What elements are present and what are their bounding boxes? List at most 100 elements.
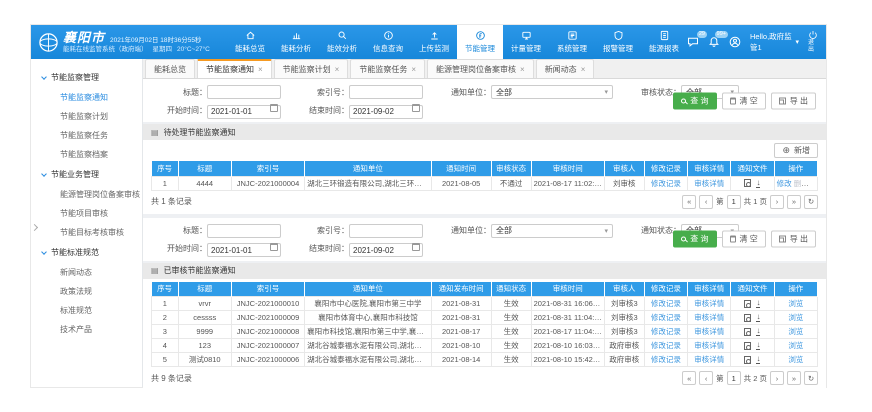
close-icon[interactable]: × <box>335 65 340 74</box>
audit-detail-link[interactable]: 审核详情 <box>694 313 724 322</box>
view-link[interactable]: 浏览 <box>788 327 803 336</box>
file-icon[interactable] <box>744 179 751 187</box>
delete-link[interactable]: 删除 <box>794 179 809 188</box>
sidebar-group-business[interactable]: 节能业务管理 <box>31 164 142 185</box>
sidebar-item-inspection-task[interactable]: 节能监察任务 <box>31 126 142 145</box>
audit-detail-link[interactable]: 审核详情 <box>694 341 724 350</box>
start-date-input[interactable] <box>207 105 281 119</box>
sidebar-group-supervision[interactable]: 节能监察管理 <box>31 67 142 88</box>
end-date-input[interactable] <box>349 105 423 119</box>
nav-item-system-mgmt[interactable]: 系统管理 <box>549 25 595 59</box>
download-icon[interactable]: ↓ <box>756 313 760 322</box>
next-page-button[interactable]: › <box>770 371 784 385</box>
file-icon[interactable] <box>744 356 751 364</box>
nav-item-upload-monitor[interactable]: 上传监测 <box>411 25 457 59</box>
download-icon[interactable]: ↓ <box>756 327 760 336</box>
messages-button[interactable]: 29 <box>687 36 699 48</box>
nav-item-efficiency-analysis[interactable]: 能效分析 <box>319 25 365 59</box>
last-page-button[interactable]: » <box>787 371 801 385</box>
page-number-box[interactable]: 1 <box>727 371 741 385</box>
view-link[interactable]: 浏览 <box>788 355 803 364</box>
edit-record-link[interactable]: 修改记录 <box>651 341 681 350</box>
first-page-button[interactable]: « <box>682 371 696 385</box>
file-icon[interactable] <box>744 328 751 336</box>
export-button[interactable]: 导 出 <box>771 231 816 248</box>
index-input[interactable] <box>349 85 423 99</box>
edit-link[interactable]: 修改 <box>777 179 792 188</box>
sidebar-group-standards[interactable]: 节能标准规范 <box>31 242 142 263</box>
file-icon[interactable] <box>744 314 751 322</box>
title-input[interactable] <box>207 224 281 238</box>
sidebar-item-post-record-audit[interactable]: 能源管理岗位备案审核 <box>31 185 142 204</box>
view-link[interactable]: 浏览 <box>788 341 803 350</box>
search-button[interactable]: 查 询 <box>673 231 716 248</box>
audit-detail-link[interactable]: 审核详情 <box>694 299 724 308</box>
download-icon[interactable]: ↓ <box>756 179 760 188</box>
tab-inspection-notice[interactable]: 节能监察通知× <box>197 59 272 78</box>
sidebar-item-target-assessment-audit[interactable]: 节能目标考核审核 <box>31 223 142 242</box>
edit-record-link[interactable]: 修改记录 <box>651 355 681 364</box>
view-link[interactable]: 浏览 <box>788 313 803 322</box>
file-icon[interactable] <box>744 342 751 350</box>
sidebar-item-project-audit[interactable]: 节能项目审核 <box>31 204 142 223</box>
sidebar-item-policies[interactable]: 政策法规 <box>31 282 142 301</box>
add-button[interactable]: ⊕新增 <box>774 143 818 158</box>
file-icon[interactable] <box>744 300 751 308</box>
sidebar-collapse-handle[interactable] <box>32 225 37 230</box>
nav-item-info-query[interactable]: 信息查询 <box>365 25 411 59</box>
download-icon[interactable]: ↓ <box>756 341 760 350</box>
first-page-button[interactable]: « <box>682 195 696 209</box>
audit-detail-link[interactable]: 审核详情 <box>694 179 724 188</box>
edit-record-link[interactable]: 修改记录 <box>651 299 681 308</box>
page-number-box[interactable]: 1 <box>727 195 741 209</box>
sidebar-item-inspection-plan[interactable]: 节能监察计划 <box>31 107 142 126</box>
start-date-input[interactable] <box>207 243 281 257</box>
title-input[interactable] <box>207 85 281 99</box>
prev-page-button[interactable]: ‹ <box>699 195 713 209</box>
download-icon[interactable]: ↓ <box>756 299 760 308</box>
nav-item-energy-saving-mgmt[interactable]: 节能管理 <box>457 25 503 59</box>
edit-record-link[interactable]: 修改记录 <box>651 327 681 336</box>
tab-news[interactable]: 新闻动态× <box>536 59 595 78</box>
search-button[interactable]: 查 询 <box>673 92 716 109</box>
sidebar-item-inspection-notice[interactable]: 节能监察通知 <box>31 88 142 107</box>
nav-item-energy-overview[interactable]: 能耗总览 <box>227 25 273 59</box>
close-icon[interactable]: × <box>411 65 416 74</box>
refresh-button[interactable]: ↻ <box>804 195 818 209</box>
audit-detail-link[interactable]: 审核详情 <box>694 327 724 336</box>
logout-button[interactable]: 退出 <box>808 30 818 53</box>
tab-inspection-task[interactable]: 节能监察任务× <box>350 59 425 78</box>
clear-button[interactable]: 清 空 <box>722 231 766 248</box>
nav-item-energy-report[interactable]: 能源报表 <box>641 25 687 59</box>
notifications-button[interactable]: 99+ <box>708 36 720 48</box>
sidebar-item-news[interactable]: 新闻动态 <box>31 263 142 282</box>
nav-item-metering-mgmt[interactable]: 计量管理 <box>503 25 549 59</box>
next-page-button[interactable]: › <box>770 195 784 209</box>
index-input[interactable] <box>349 224 423 238</box>
nav-item-energy-analysis[interactable]: 能耗分析 <box>273 25 319 59</box>
notify-unit-select[interactable]: 全部▾ <box>491 85 613 99</box>
edit-record-link[interactable]: 修改记录 <box>651 179 681 188</box>
view-link[interactable]: 浏览 <box>811 179 818 188</box>
sidebar-item-inspection-archive[interactable]: 节能监察档案 <box>31 145 142 164</box>
last-page-button[interactable]: » <box>787 195 801 209</box>
nav-item-alarm-mgmt[interactable]: 报警管理 <box>595 25 641 59</box>
prev-page-button[interactable]: ‹ <box>699 371 713 385</box>
download-icon[interactable]: ↓ <box>756 355 760 364</box>
close-icon[interactable]: × <box>581 65 586 74</box>
refresh-button[interactable]: ↻ <box>804 371 818 385</box>
export-button[interactable]: 导 出 <box>771 92 816 109</box>
edit-record-link[interactable]: 修改记录 <box>651 313 681 322</box>
clear-button[interactable]: 清 空 <box>722 92 766 109</box>
close-icon[interactable]: × <box>258 65 263 74</box>
end-date-input[interactable] <box>349 243 423 257</box>
profile-button[interactable] <box>729 36 741 48</box>
tab-post-record-audit[interactable]: 能源管理岗位备案审核× <box>427 59 534 78</box>
notify-unit-select[interactable]: 全部▾ <box>491 224 613 238</box>
tab-inspection-plan[interactable]: 节能监察计划× <box>274 59 349 78</box>
close-icon[interactable]: × <box>520 65 525 74</box>
sidebar-item-standards[interactable]: 标准规范 <box>31 301 142 320</box>
view-link[interactable]: 浏览 <box>788 299 803 308</box>
user-greeting-dropdown[interactable]: Hello,政府监管1 ▾ <box>750 31 799 53</box>
tab-energy-overview[interactable]: 能耗总览 <box>145 59 195 78</box>
